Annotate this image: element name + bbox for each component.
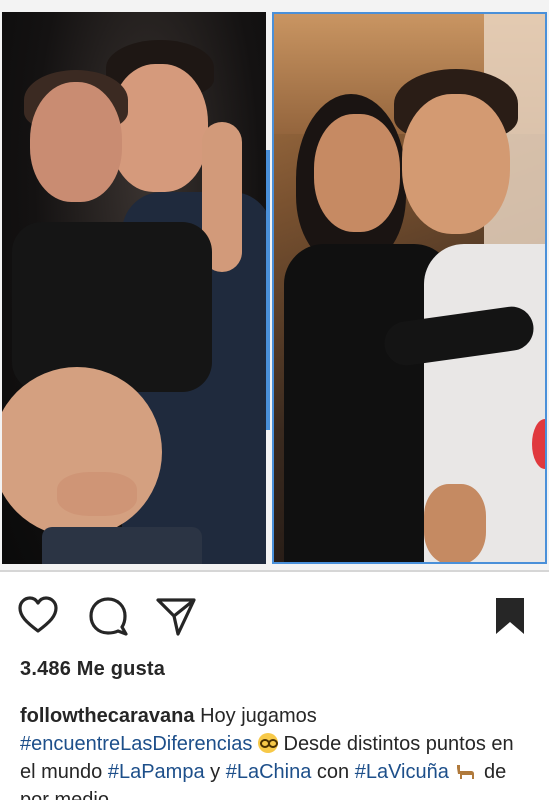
photo-divider (266, 150, 270, 430)
hashtag-la-pampa[interactable]: #LaPampa (108, 761, 205, 783)
caption-text: y (204, 761, 226, 783)
llama-emoji (457, 765, 475, 779)
comment-bubble-icon[interactable] (86, 594, 130, 638)
heart-outline-icon[interactable] (16, 594, 60, 638)
post-actions-bar (0, 592, 549, 648)
caption-text: Hoy jugamos (194, 705, 317, 727)
post-image[interactable] (0, 0, 549, 572)
nerd-face-emoji (257, 733, 278, 753)
photo-right-couple (272, 12, 547, 564)
hashtag-encuentre-las-diferencias[interactable]: #encuentreLasDiferencias (20, 733, 252, 755)
hashtag-la-china[interactable]: #LaChina (226, 761, 312, 783)
likes-count[interactable]: 3.486 Me gusta (20, 658, 165, 681)
photo-left-couple-pregnant (2, 12, 266, 564)
caption-username[interactable]: followthecaravana (20, 705, 195, 727)
hashtag-la-vicuna[interactable]: #LaVicuña (355, 761, 449, 783)
bookmark-filled-icon[interactable] (488, 594, 532, 638)
post-caption: followthecaravana Hoy jugamos #encuentre… (20, 702, 530, 800)
caption-text: con (311, 761, 355, 783)
paper-plane-icon[interactable] (154, 594, 198, 638)
